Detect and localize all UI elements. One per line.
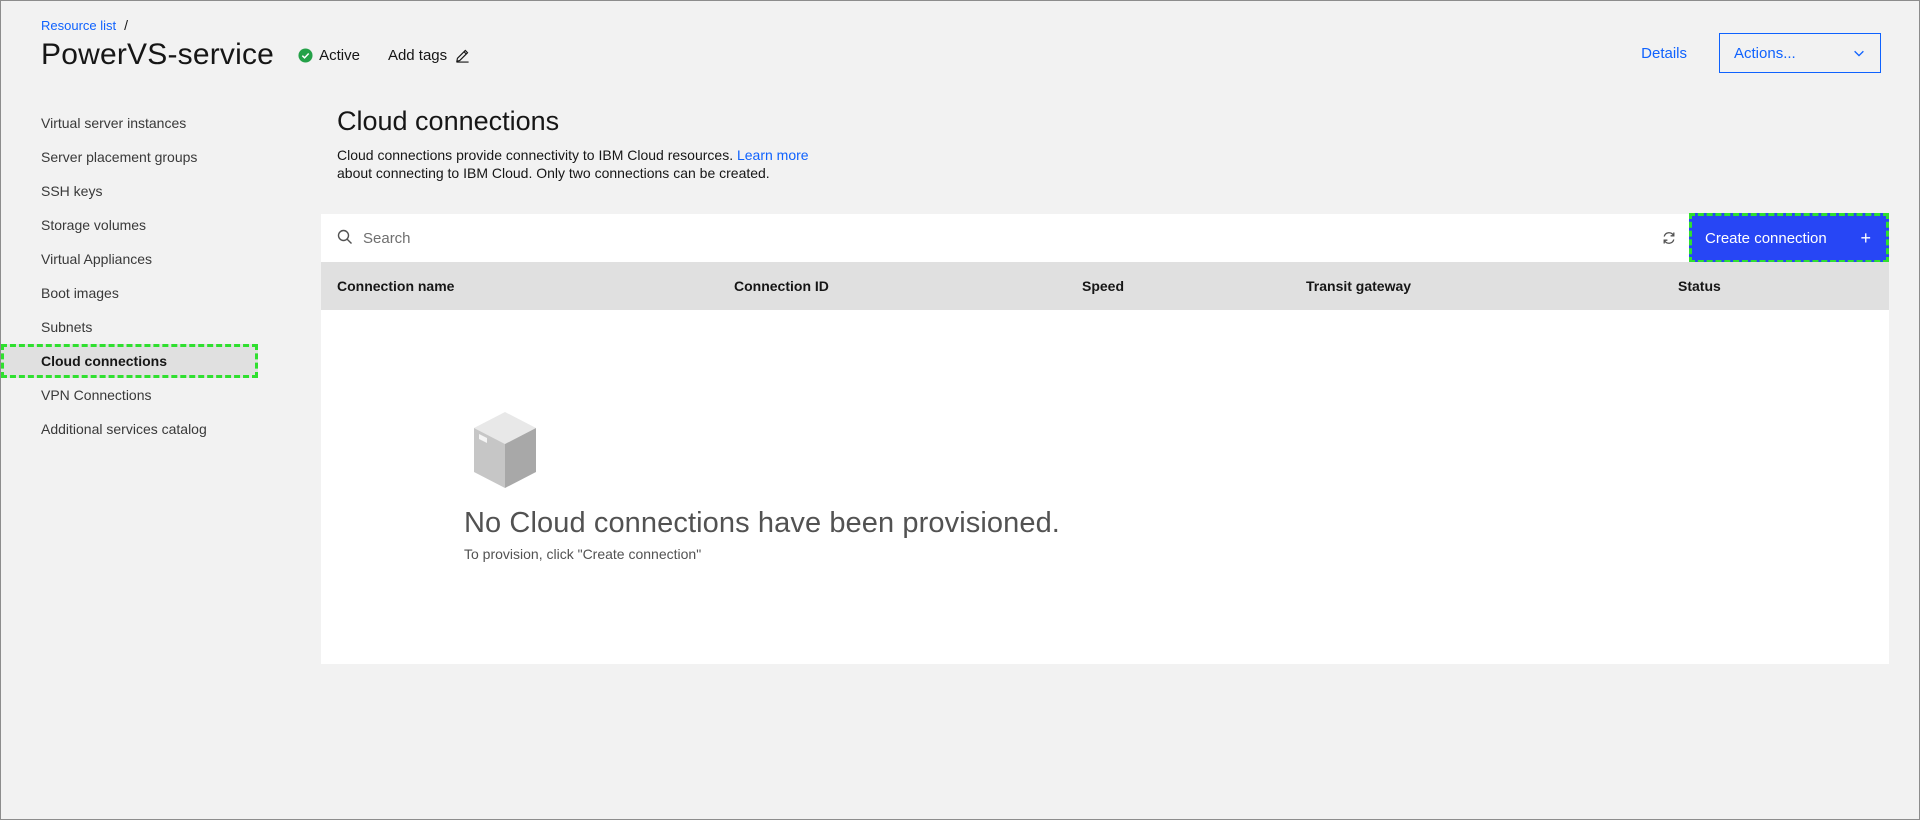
sidebar-item-boot-images[interactable]: Boot images [1,276,259,310]
sidebar-item-vpn-connections[interactable]: VPN Connections [1,378,259,412]
learn-more-link[interactable]: Learn more [737,147,809,163]
header-actions: Details Actions... [1641,33,1881,73]
create-connection-button[interactable]: Create connection + [1689,213,1889,263]
empty-state-title: No Cloud connections have been provision… [464,507,1060,539]
section-title: Cloud connections [337,106,560,136]
breadcrumb: Resource list / [41,17,128,33]
title-row: PowerVS-service Active Add tags [41,35,470,75]
search-icon [337,229,352,244]
sidebar-item-virtual-appliances[interactable]: Virtual Appliances [1,242,259,276]
details-link[interactable]: Details [1641,45,1687,62]
sidebar-item-virtual-server-instances[interactable]: Virtual server instances [1,106,259,140]
chevron-down-icon [1854,50,1864,57]
description-text: Cloud connections provide connectivity t… [337,147,737,163]
empty-box-icon [474,412,536,488]
breadcrumb-resource-list-link[interactable]: Resource list [41,18,116,33]
column-header-connection-id[interactable]: Connection ID [734,262,829,310]
sidebar-item-ssh-keys[interactable]: SSH keys [1,174,259,208]
status-label: Active [319,46,360,64]
sidebar-item-storage-volumes[interactable]: Storage volumes [1,208,259,242]
add-tags-label: Add tags [387,46,448,64]
column-header-speed[interactable]: Speed [1082,262,1124,310]
column-header-status[interactable]: Status [1678,262,1721,310]
empty-state-subtitle: To provision, click "Create connection" [464,546,702,562]
sidebar-item-server-placement-groups[interactable]: Server placement groups [1,140,259,174]
sidebar-item-cloud-connections[interactable]: Cloud connections [1,344,258,378]
sidebar-item-subnets[interactable]: Subnets [1,310,259,344]
table-toolbar: Create connection + [321,213,1889,263]
checkmark-filled-icon [298,47,313,63]
search-input[interactable] [361,222,1361,254]
create-connection-label: Create connection [1705,229,1827,247]
add-icon: + [1860,227,1871,248]
actions-dropdown-label: Actions... [1734,44,1796,62]
description-rest: about connecting to IBM Cloud. Only two … [337,165,770,181]
data-table: Create connection + Connection name Conn… [321,213,1889,664]
renew-icon [1663,232,1675,244]
empty-state: No Cloud connections have been provision… [464,410,1060,562]
sidebar-nav: Virtual server instances Server placemen… [1,106,259,446]
actions-dropdown[interactable]: Actions... [1719,33,1881,73]
column-header-connection-name[interactable]: Connection name [337,262,454,310]
refresh-button[interactable] [1657,226,1681,250]
sidebar-item-additional-services-catalog[interactable]: Additional services catalog [1,412,259,446]
edit-icon [456,49,469,63]
section-description: Cloud connections provide connectivity t… [337,146,857,182]
column-header-transit-gateway[interactable]: Transit gateway [1306,262,1411,310]
table-header: Connection name Connection ID Speed Tran… [321,262,1889,310]
page-title: PowerVS-service [41,38,275,71]
add-tags-button[interactable]: Add tags [388,47,470,64]
breadcrumb-separator: / [124,17,129,33]
status-badge: Active [298,47,360,64]
